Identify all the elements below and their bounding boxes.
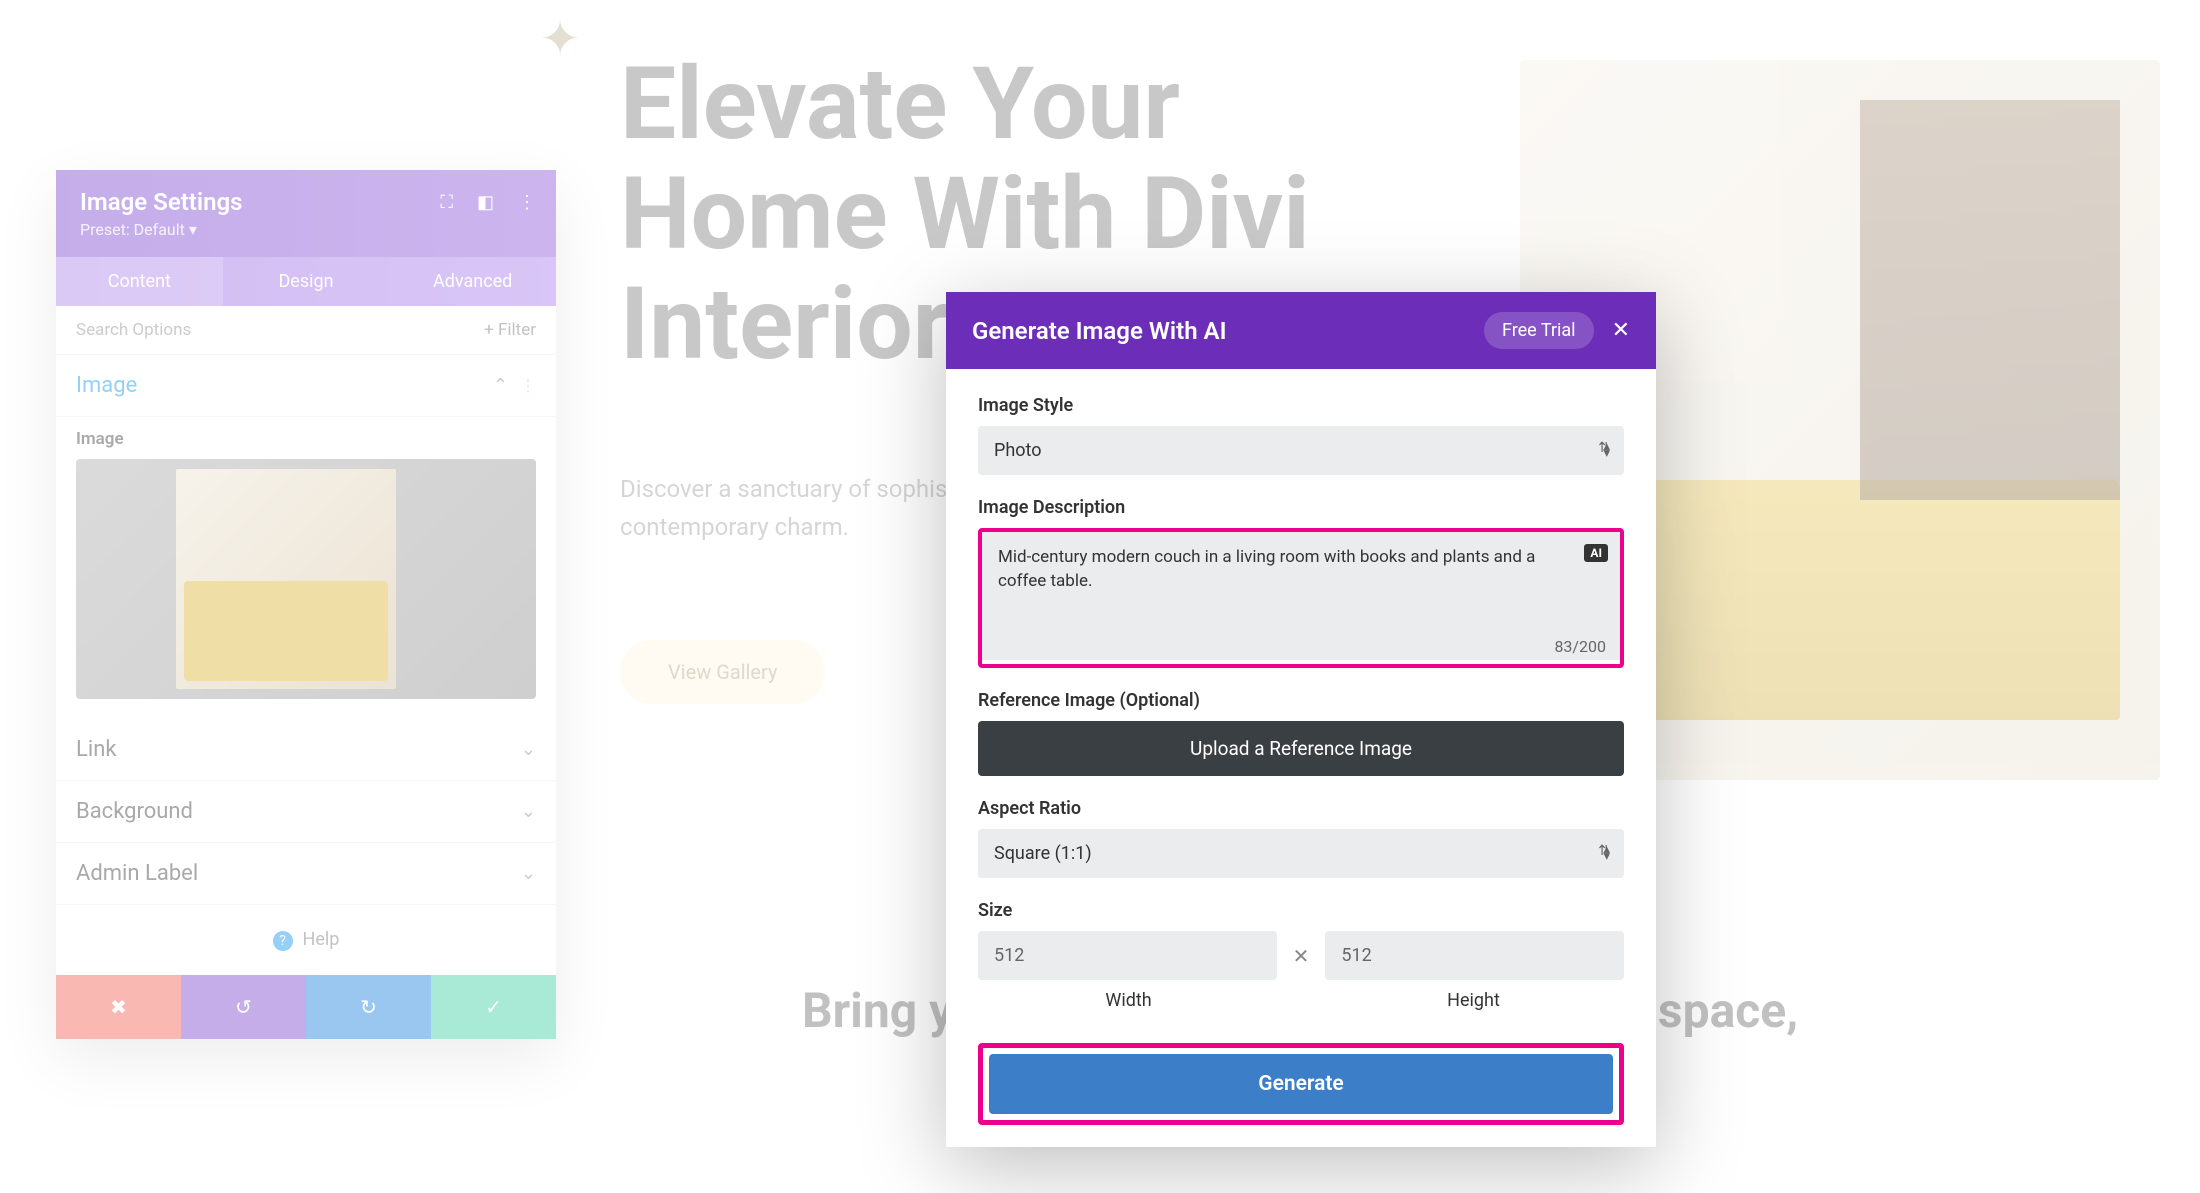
character-count: 83/200 (1554, 637, 1606, 656)
redo-button[interactable]: ↻ (306, 975, 431, 1039)
tab-content[interactable]: Content (56, 257, 223, 306)
spark-icon: ✦ (540, 10, 580, 67)
close-icon[interactable]: ✕ (1612, 318, 1630, 343)
image-settings-panel: Image Settings Preset: Default ▾ ⛶ ◧ ⋮ C… (56, 170, 556, 1039)
aspect-ratio-select[interactable]: Square (1:1) ▴▾ (978, 829, 1624, 878)
section-admin-label[interactable]: Admin Label ⌄ (56, 843, 556, 905)
chevron-down-icon: ⌄ (521, 801, 536, 822)
section-image[interactable]: Image ⌃⋮ (56, 355, 556, 417)
aspect-ratio-label: Aspect Ratio (978, 798, 1624, 819)
filter-button[interactable]: + Filter (484, 320, 536, 340)
description-highlight: AI 83/200 (978, 528, 1624, 668)
free-trial-badge[interactable]: Free Trial (1484, 312, 1594, 349)
save-button[interactable]: ✓ (431, 975, 556, 1039)
height-input[interactable] (1325, 931, 1624, 980)
kebab-icon[interactable]: ⋮ (520, 376, 536, 395)
tab-advanced[interactable]: Advanced (389, 257, 556, 306)
chevron-up-icon: ⌃ (493, 375, 508, 396)
ai-modal-header: Generate Image With AI Free Trial ✕ (946, 292, 1656, 369)
help-row[interactable]: ? Help (56, 905, 556, 975)
image-preview[interactable] (76, 459, 536, 699)
image-style-select[interactable]: Photo ▴▾ (978, 426, 1624, 475)
dock-icon[interactable]: ◧ (477, 192, 494, 213)
reference-image-label: Reference Image (Optional) (978, 690, 1624, 711)
generate-highlight: Generate (978, 1043, 1624, 1125)
width-input[interactable] (978, 931, 1277, 980)
search-row: Search Options + Filter (56, 306, 556, 355)
chevron-down-icon: ⌄ (521, 739, 536, 760)
expand-icon[interactable]: ⛶ (440, 192, 453, 213)
image-description-input[interactable] (982, 532, 1620, 660)
ai-modal-body: Image Style Photo ▴▾ Image Description A… (946, 369, 1656, 1043)
preset-selector[interactable]: Preset: Default ▾ (80, 220, 532, 239)
ai-modal-title: Generate Image With AI (972, 317, 1226, 345)
generate-image-ai-modal: Generate Image With AI Free Trial ✕ Imag… (946, 292, 1656, 1147)
section-link[interactable]: Link ⌄ (56, 719, 556, 781)
help-icon: ? (273, 931, 293, 951)
select-arrows-icon: ▴▾ (1603, 443, 1610, 459)
height-label: Height (1323, 990, 1624, 1011)
undo-button[interactable]: ↺ (181, 975, 306, 1039)
size-label: Size (978, 900, 1624, 921)
panel-tabs: Content Design Advanced (56, 257, 556, 306)
dimension-x-icon: ✕ (1293, 944, 1310, 968)
size-row: ✕ (978, 931, 1624, 980)
view-gallery-button[interactable]: View Gallery (620, 640, 825, 704)
more-icon[interactable]: ⋮ (518, 192, 536, 213)
select-arrows-icon: ▴▾ (1603, 846, 1610, 862)
ai-badge-icon[interactable]: AI (1584, 544, 1608, 562)
image-description-label: Image Description (978, 497, 1624, 518)
upload-reference-button[interactable]: Upload a Reference Image (978, 721, 1624, 776)
tab-design[interactable]: Design (223, 257, 390, 306)
image-thumbnail (176, 469, 396, 689)
image-field-section: Image (56, 417, 556, 719)
panel-header: Image Settings Preset: Default ▾ ⛶ ◧ ⋮ (56, 170, 556, 257)
cancel-button[interactable]: ✖ (56, 975, 181, 1039)
width-label: Width (978, 990, 1279, 1011)
section-background[interactable]: Background ⌄ (56, 781, 556, 843)
image-style-label: Image Style (978, 395, 1624, 416)
chevron-down-icon: ⌄ (521, 863, 536, 884)
search-input[interactable]: Search Options (76, 320, 191, 340)
image-field-label: Image (76, 429, 536, 449)
generate-button[interactable]: Generate (989, 1054, 1613, 1114)
panel-footer: ✖ ↺ ↻ ✓ (56, 975, 556, 1039)
